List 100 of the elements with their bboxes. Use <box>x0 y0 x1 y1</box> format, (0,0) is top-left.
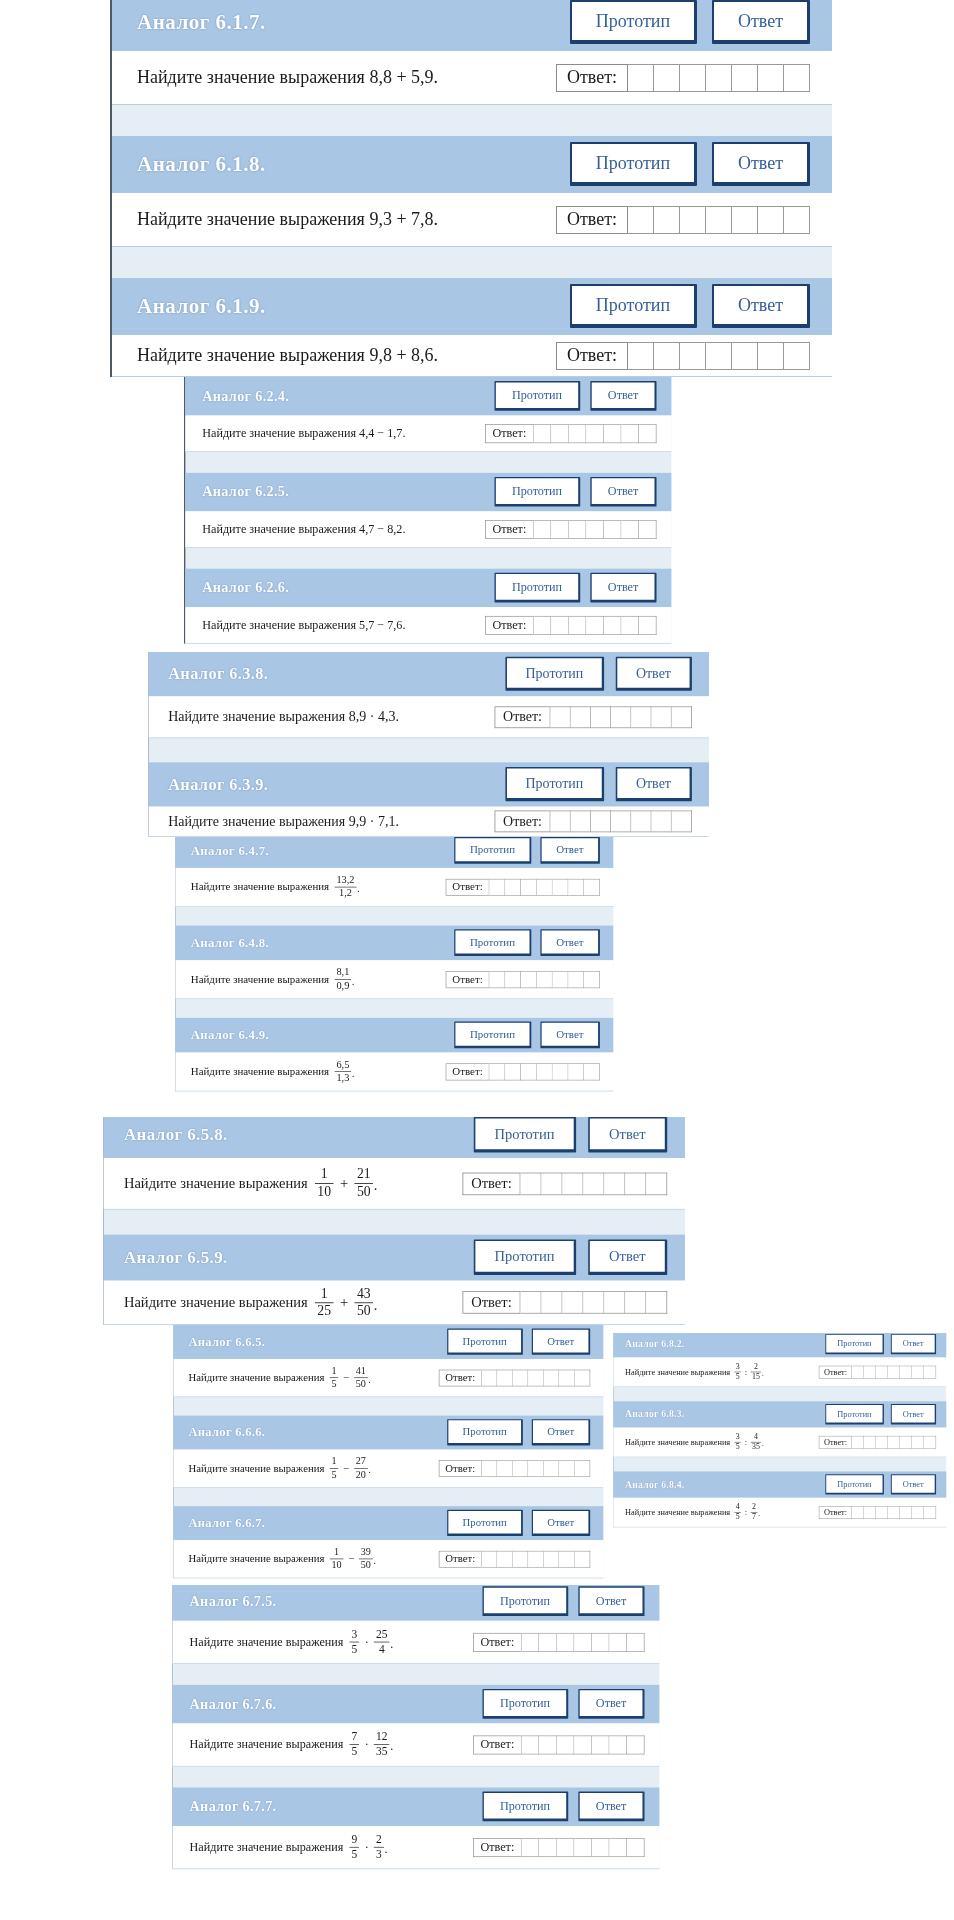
prototype-button[interactable]: Прототип <box>494 476 581 507</box>
answer-cell[interactable] <box>568 878 585 896</box>
answer-button[interactable]: Ответ <box>540 1021 600 1049</box>
prototype-button[interactable]: Прототип <box>494 572 581 603</box>
answer-cell[interactable] <box>628 205 654 234</box>
prototype-button[interactable]: Прототип <box>454 837 532 864</box>
answer-cell[interactable] <box>888 1505 900 1519</box>
answer-cell[interactable] <box>497 1369 513 1387</box>
answer-button[interactable]: Ответ <box>531 1509 591 1536</box>
answer-cell[interactable] <box>521 1632 540 1652</box>
answer-cell[interactable] <box>876 1435 888 1449</box>
answer-button[interactable]: Ответ <box>531 1419 591 1446</box>
answer-cell[interactable] <box>912 1505 924 1519</box>
answer-cell[interactable] <box>528 1369 544 1387</box>
prototype-button[interactable]: Прототип <box>482 1688 569 1719</box>
answer-cell[interactable] <box>541 1291 563 1314</box>
answer-cell[interactable] <box>625 1172 647 1195</box>
answer-cell[interactable] <box>489 970 506 988</box>
prototype-button[interactable]: Прототип <box>447 1509 523 1536</box>
prototype-button[interactable]: Прототип <box>825 1404 884 1425</box>
answer-cell[interactable] <box>912 1435 924 1449</box>
answer-cell[interactable] <box>784 63 810 92</box>
answer-cell[interactable] <box>888 1365 900 1379</box>
answer-cell[interactable] <box>876 1365 888 1379</box>
answer-cell[interactable] <box>533 519 552 539</box>
answer-cell[interactable] <box>570 706 591 728</box>
answer-cell[interactable] <box>864 1435 876 1449</box>
answer-cell[interactable] <box>497 1550 513 1568</box>
answer-cell[interactable] <box>604 1291 626 1314</box>
answer-button[interactable]: Ответ <box>712 284 810 328</box>
answer-cell[interactable] <box>559 1460 575 1477</box>
answer-cell[interactable] <box>505 878 521 896</box>
answer-cell[interactable] <box>646 1291 668 1314</box>
answer-button[interactable]: Ответ <box>615 767 692 802</box>
answer-cell[interactable] <box>568 970 585 988</box>
answer-cell[interactable] <box>864 1505 876 1519</box>
answer-cell[interactable] <box>758 63 784 92</box>
answer-button[interactable]: Ответ <box>540 929 600 956</box>
answer-cell[interactable] <box>559 1369 575 1387</box>
answer-cell[interactable] <box>583 1291 605 1314</box>
answer-cell[interactable] <box>924 1365 936 1379</box>
answer-cell[interactable] <box>562 1172 584 1195</box>
answer-cell[interactable] <box>621 615 639 635</box>
answer-cell[interactable] <box>654 341 680 370</box>
answer-cell[interactable] <box>671 810 692 833</box>
answer-cell[interactable] <box>611 706 632 728</box>
answer-cell[interactable] <box>852 1365 864 1379</box>
answer-cell[interactable] <box>732 205 758 234</box>
answer-cell[interactable] <box>680 205 706 234</box>
answer-cell[interactable] <box>924 1435 936 1449</box>
prototype-button[interactable]: Прототип <box>454 1021 532 1049</box>
answer-cell[interactable] <box>758 341 784 370</box>
answer-cell[interactable] <box>609 1837 627 1857</box>
answer-cell[interactable] <box>628 63 654 92</box>
answer-cell[interactable] <box>481 1460 498 1477</box>
answer-cell[interactable] <box>586 519 604 539</box>
prototype-button[interactable]: Прототип <box>447 1328 523 1355</box>
prototype-button[interactable]: Прототип <box>494 381 581 411</box>
answer-cell[interactable] <box>584 878 600 896</box>
answer-cell[interactable] <box>625 1291 647 1314</box>
answer-cell[interactable] <box>680 63 706 92</box>
answer-cell[interactable] <box>570 810 591 833</box>
answer-cell[interactable] <box>574 1632 592 1652</box>
prototype-button[interactable]: Прототип <box>570 142 697 186</box>
answer-cell[interactable] <box>628 341 654 370</box>
answer-cell[interactable] <box>521 1735 540 1755</box>
answer-cell[interactable] <box>505 1063 521 1081</box>
answer-cell[interactable] <box>550 706 571 728</box>
answer-cell[interactable] <box>586 615 604 635</box>
answer-cell[interactable] <box>732 63 758 92</box>
answer-cell[interactable] <box>784 341 810 370</box>
answer-cell[interactable] <box>590 810 612 833</box>
answer-cell[interactable] <box>489 878 506 896</box>
answer-cell[interactable] <box>568 1063 585 1081</box>
answer-cell[interactable] <box>533 423 552 443</box>
answer-cell[interactable] <box>584 1063 600 1081</box>
answer-button[interactable]: Ответ <box>590 381 657 411</box>
answer-cell[interactable] <box>574 1837 592 1857</box>
answer-button[interactable]: Ответ <box>578 1791 645 1822</box>
prototype-button[interactable]: Прототип <box>454 929 532 956</box>
answer-cell[interactable] <box>528 1550 544 1568</box>
answer-cell[interactable] <box>732 341 758 370</box>
answer-cell[interactable] <box>654 63 680 92</box>
answer-cell[interactable] <box>784 205 810 234</box>
answer-button[interactable]: Ответ <box>578 1586 645 1617</box>
answer-cell[interactable] <box>520 1172 542 1195</box>
answer-cell[interactable] <box>584 970 600 988</box>
answer-button[interactable]: Ответ <box>590 476 657 507</box>
answer-cell[interactable] <box>609 1632 627 1652</box>
answer-cell[interactable] <box>520 1291 542 1314</box>
answer-cell[interactable] <box>550 810 571 833</box>
answer-cell[interactable] <box>604 1172 626 1195</box>
prototype-button[interactable]: Прототип <box>825 1333 884 1355</box>
answer-cell[interactable] <box>562 1291 584 1314</box>
answer-cell[interactable] <box>671 706 692 728</box>
answer-button[interactable]: Ответ <box>615 656 692 691</box>
answer-cell[interactable] <box>497 1460 513 1477</box>
answer-cell[interactable] <box>489 1063 506 1081</box>
answer-cell[interactable] <box>900 1365 912 1379</box>
answer-cell[interactable] <box>680 341 706 370</box>
